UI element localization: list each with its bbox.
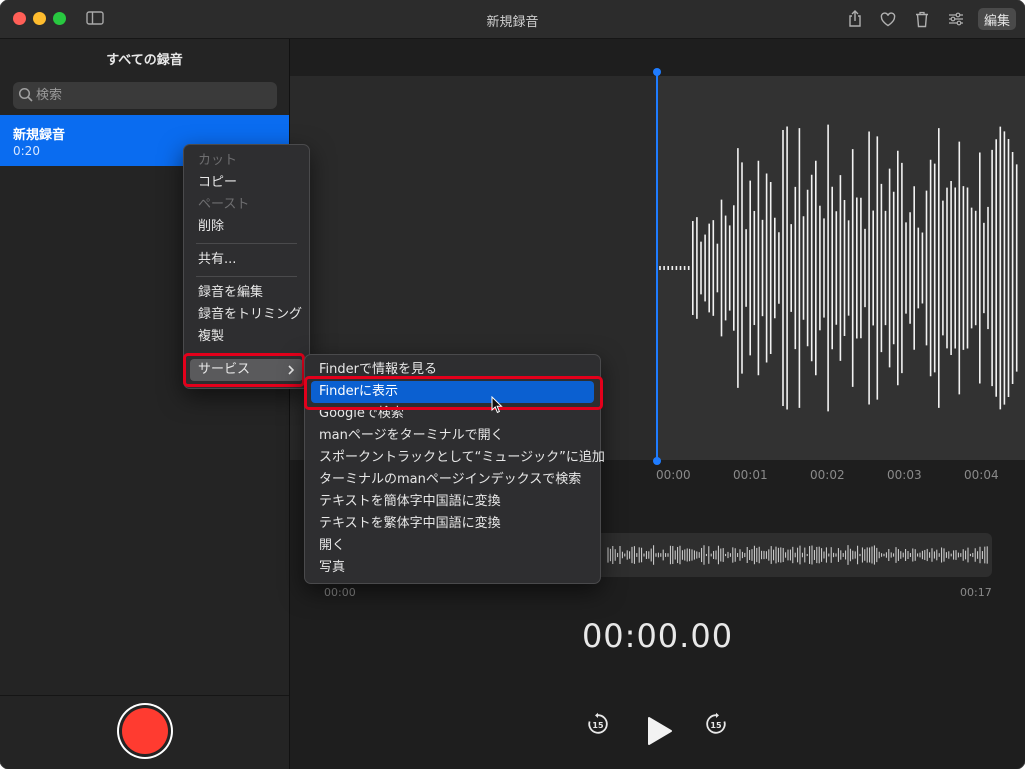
service-item-add-spoken-track[interactable]: スポークントラックとして“ミュージック”に追加 xyxy=(311,447,605,469)
menu-item-copy[interactable]: コピー xyxy=(190,172,303,194)
time-tick: 00:01 xyxy=(733,468,768,482)
trash-icon[interactable] xyxy=(911,8,933,30)
menu-item-paste: ペースト xyxy=(198,197,250,212)
menu-item-share[interactable]: 共有... xyxy=(190,249,303,271)
service-item-convert-simplified[interactable]: テキストを簡体字中国語に変換 xyxy=(311,491,594,513)
playhead-top-handle[interactable] xyxy=(653,68,661,76)
mouse-cursor-icon xyxy=(491,396,503,414)
skip-back-15-button[interactable]: 15 xyxy=(586,712,610,736)
service-item-man-page-terminal[interactable]: manページをターミナルで開く xyxy=(311,425,594,447)
title-bar: 新規録音 編集 xyxy=(0,0,1025,39)
favorite-heart-icon[interactable] xyxy=(877,8,899,30)
menu-item-delete[interactable]: 削除 xyxy=(190,216,303,238)
skip-forward-icon: 15 xyxy=(706,712,726,734)
play-button[interactable] xyxy=(644,716,674,746)
skip-back-icon: 15 xyxy=(588,712,608,734)
recording-duration: 0:20 xyxy=(13,144,40,158)
window-title: 新規録音 xyxy=(486,15,539,30)
time-tick: 00:00 xyxy=(656,468,691,482)
playhead[interactable] xyxy=(656,72,658,462)
settings-sliders-icon[interactable] xyxy=(945,8,967,30)
current-time-display: 00:00.00 xyxy=(581,617,734,655)
overview-end-time: 00:17 xyxy=(960,586,992,599)
menu-item-cut: カット xyxy=(198,153,238,168)
time-tick: 00:04 xyxy=(964,468,999,482)
skip-forward-label: 15 xyxy=(710,721,722,730)
search-input[interactable] xyxy=(36,82,266,109)
edit-button[interactable]: 編集 xyxy=(978,8,1016,30)
sidebar-footer xyxy=(0,695,289,769)
search-field[interactable] xyxy=(13,82,277,109)
annotation-highlight-services xyxy=(183,353,305,387)
recording-name: 新規録音 xyxy=(13,128,66,143)
time-tick: 00:02 xyxy=(810,468,845,482)
voice-memos-window: 新規録音 編集 すべての録音 新規録音 0:20 xyxy=(0,0,1025,769)
record-button[interactable] xyxy=(122,708,168,754)
share-icon[interactable] xyxy=(844,8,866,30)
menu-separator xyxy=(196,276,297,277)
overview-start-time: 00:00 xyxy=(324,586,356,599)
time-tick: 00:03 xyxy=(887,468,922,482)
search-icon xyxy=(18,87,34,103)
menu-item-edit-recording[interactable]: 録音を編集 xyxy=(190,282,303,304)
menu-item-duplicate[interactable]: 複製 xyxy=(190,326,303,348)
skip-forward-15-button[interactable]: 15 xyxy=(704,712,728,736)
menu-item-trim-recording[interactable]: 録音をトリミング xyxy=(190,304,303,326)
service-item-man-index-search[interactable]: ターミナルのmanページインデックスで検索 xyxy=(311,469,594,491)
service-item-convert-traditional[interactable]: テキストを繁体字中国語に変換 xyxy=(311,513,594,535)
play-icon xyxy=(648,717,672,745)
annotation-highlight-reveal-in-finder xyxy=(304,376,603,410)
menu-separator xyxy=(196,243,297,244)
service-item-open[interactable]: 開く xyxy=(311,535,594,557)
sidebar-title: すべての録音 xyxy=(106,53,183,68)
waveform xyxy=(659,124,1018,412)
service-item-photos[interactable]: 写真 xyxy=(311,557,594,579)
skip-back-label: 15 xyxy=(592,721,604,730)
playhead-bottom-handle[interactable] xyxy=(653,457,661,465)
